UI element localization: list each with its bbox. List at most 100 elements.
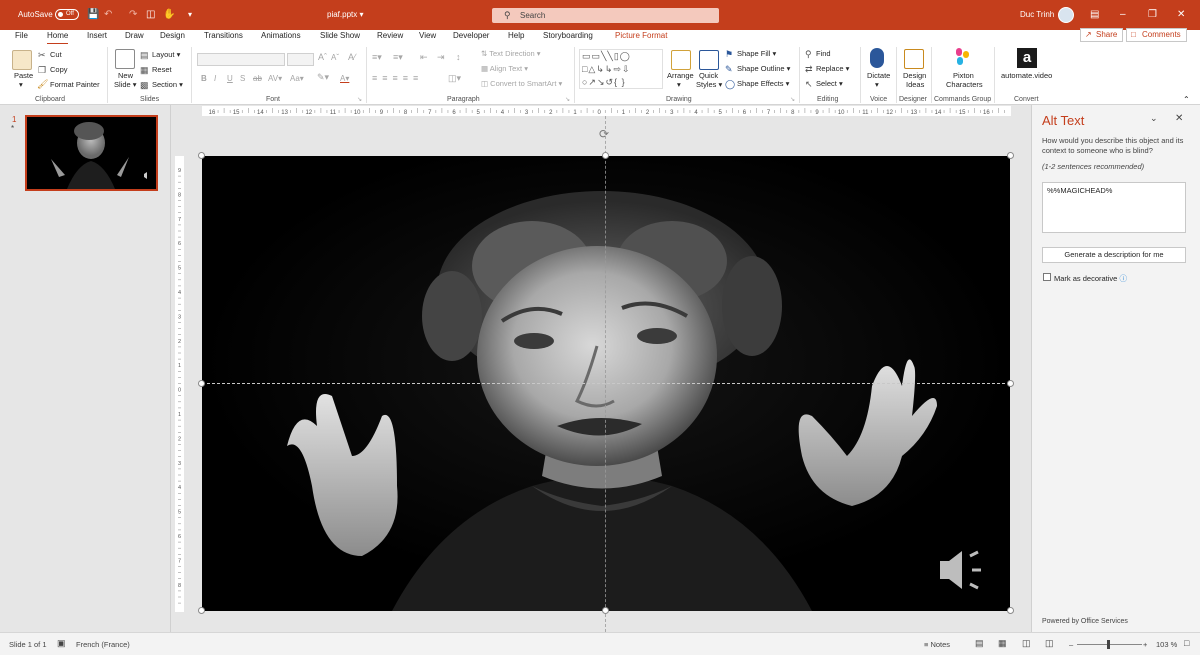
- tab-help[interactable]: Help: [508, 30, 524, 42]
- resize-handle[interactable]: [1007, 152, 1014, 159]
- font-launcher-icon[interactable]: ↘: [357, 96, 362, 105]
- tab-transitions[interactable]: Transitions: [204, 30, 243, 42]
- italic-icon[interactable]: I: [214, 74, 216, 83]
- document-title[interactable]: piaf.pptx ▾: [327, 10, 364, 19]
- share-button[interactable]: ↗ Share: [1080, 28, 1124, 42]
- design-ideas-label-1[interactable]: Design: [903, 71, 926, 80]
- new-slide-button[interactable]: Slide ▾: [114, 80, 137, 89]
- tab-design[interactable]: Design: [160, 30, 185, 42]
- slideshow-icon[interactable]: ◫: [1045, 638, 1054, 649]
- tab-review[interactable]: Review: [377, 30, 403, 42]
- format-painter-button[interactable]: Format Painter: [50, 80, 100, 89]
- info-icon[interactable]: ⓘ: [1119, 274, 1127, 283]
- pixton-icon[interactable]: [954, 48, 972, 66]
- alt-text-input[interactable]: [1042, 182, 1186, 233]
- reset-button[interactable]: Reset: [152, 65, 172, 74]
- design-ideas-icon[interactable]: [904, 49, 924, 69]
- clear-format-icon[interactable]: A∕: [348, 53, 356, 62]
- redo-icon[interactable]: ↷: [129, 9, 137, 20]
- quick-styles-button[interactable]: Styles ▾: [696, 80, 722, 89]
- resize-handle[interactable]: [602, 607, 609, 614]
- undo-icon[interactable]: ↶: [104, 9, 112, 20]
- accessibility-icon[interactable]: ▣: [57, 638, 66, 649]
- zoom-out-icon[interactable]: –: [1069, 640, 1073, 649]
- tab-developer[interactable]: Developer: [453, 30, 489, 42]
- normal-view-icon[interactable]: ▤: [975, 638, 984, 649]
- vertical-guide[interactable]: [605, 116, 606, 632]
- design-ideas-button[interactable]: Ideas: [906, 80, 924, 89]
- autosave-toggle[interactable]: Off: [55, 9, 79, 20]
- ribbon-display-icon[interactable]: ▤: [1090, 9, 1099, 20]
- columns-icon[interactable]: ◫▾: [448, 74, 461, 83]
- generate-description-button[interactable]: Generate a description for me: [1042, 247, 1186, 263]
- align-text-button[interactable]: ▦ Align Text ▾: [481, 64, 528, 73]
- alignment-icons[interactable]: ≡≡≡≡≡: [372, 74, 423, 83]
- collapse-ribbon-icon[interactable]: ⌃: [1183, 95, 1190, 104]
- layout-button[interactable]: Layout ▾: [152, 50, 180, 59]
- tab-animations[interactable]: Animations: [261, 30, 301, 42]
- pixton-characters-button[interactable]: Characters: [946, 80, 983, 89]
- paste-button[interactable]: Paste: [14, 71, 33, 80]
- tab-storyboarding[interactable]: Storyboarding: [543, 30, 593, 42]
- highlight-icon[interactable]: ✎▾: [317, 73, 329, 82]
- copy-button[interactable]: Copy: [50, 65, 68, 74]
- language-indicator[interactable]: French (France): [76, 640, 130, 649]
- increase-indent-icon[interactable]: ⇥: [437, 53, 445, 62]
- comments-button[interactable]: □ Comments: [1126, 28, 1187, 42]
- arrange-button[interactable]: Arrange: [667, 71, 694, 80]
- zoom-in-icon[interactable]: +: [1143, 640, 1147, 649]
- quick-styles-icon[interactable]: [699, 50, 719, 70]
- tab-draw[interactable]: Draw: [125, 30, 144, 42]
- minimize-icon[interactable]: –: [1120, 9, 1126, 20]
- new-slide-icon[interactable]: [115, 49, 135, 69]
- resize-handle[interactable]: [1007, 380, 1014, 387]
- pane-options-icon[interactable]: ⌄: [1150, 113, 1158, 124]
- reading-view-icon[interactable]: ◫: [1022, 638, 1031, 649]
- paragraph-launcher-icon[interactable]: ↘: [565, 96, 570, 105]
- microphone-icon[interactable]: [870, 48, 884, 68]
- char-spacing-icon[interactable]: AV▾: [268, 74, 282, 83]
- text-direction-button[interactable]: ⇅ Text Direction ▾: [481, 49, 541, 58]
- tab-slide-show[interactable]: Slide Show: [320, 30, 360, 42]
- close-icon[interactable]: ✕: [1177, 9, 1185, 20]
- shape-fill-button[interactable]: Shape Fill ▾: [737, 49, 776, 58]
- dictate-dropdown-icon[interactable]: ▾: [875, 80, 879, 89]
- quick-styles-label-1[interactable]: Quick: [699, 71, 718, 80]
- zoom-level[interactable]: 103 %: [1156, 640, 1177, 649]
- drawing-launcher-icon[interactable]: ↘: [790, 96, 795, 105]
- customize-qat-icon[interactable]: ▾: [188, 9, 192, 20]
- paste-dropdown-icon[interactable]: ▾: [19, 80, 23, 89]
- resize-handle[interactable]: [198, 380, 205, 387]
- dictate-button[interactable]: Dictate: [867, 71, 890, 80]
- underline-icon[interactable]: U: [227, 74, 233, 83]
- find-button[interactable]: Find: [816, 49, 831, 58]
- tab-view[interactable]: View: [419, 30, 436, 42]
- automate-video-icon[interactable]: a: [1017, 48, 1037, 68]
- shrink-font-icon[interactable]: Aˇ: [331, 53, 339, 62]
- close-pane-icon[interactable]: ✕: [1175, 113, 1183, 124]
- resize-handle[interactable]: [602, 152, 609, 159]
- fit-to-window-icon[interactable]: □: [1184, 638, 1189, 648]
- shape-outline-button[interactable]: Shape Outline ▾: [737, 64, 790, 73]
- tab-file[interactable]: File: [15, 30, 28, 42]
- section-button[interactable]: Section ▾: [152, 80, 183, 89]
- touch-mode-icon[interactable]: ✋: [163, 9, 175, 20]
- automate-video-button[interactable]: automate.video: [1001, 71, 1052, 80]
- font-color-icon[interactable]: A▾: [340, 74, 349, 83]
- present-icon[interactable]: ◫: [146, 9, 155, 20]
- resize-handle[interactable]: [1007, 607, 1014, 614]
- convert-smartart-button[interactable]: ◫ Convert to SmartArt ▾: [481, 79, 562, 88]
- font-name-box[interactable]: [197, 53, 285, 66]
- avatar[interactable]: [1058, 7, 1074, 23]
- slide-thumbnail[interactable]: [25, 115, 158, 191]
- replace-button[interactable]: Replace ▾: [816, 64, 849, 73]
- horizontal-guide[interactable]: [202, 383, 1010, 384]
- arrange-icon[interactable]: [671, 50, 691, 70]
- shape-effects-button[interactable]: Shape Effects ▾: [737, 79, 789, 88]
- tab-insert[interactable]: Insert: [87, 30, 107, 42]
- tab-home[interactable]: Home: [47, 30, 69, 45]
- numbering-icon[interactable]: ≡▾: [393, 53, 403, 62]
- save-icon[interactable]: 💾: [87, 9, 99, 20]
- shadow-icon[interactable]: S: [240, 74, 245, 83]
- line-spacing-icon[interactable]: ↕: [456, 53, 461, 62]
